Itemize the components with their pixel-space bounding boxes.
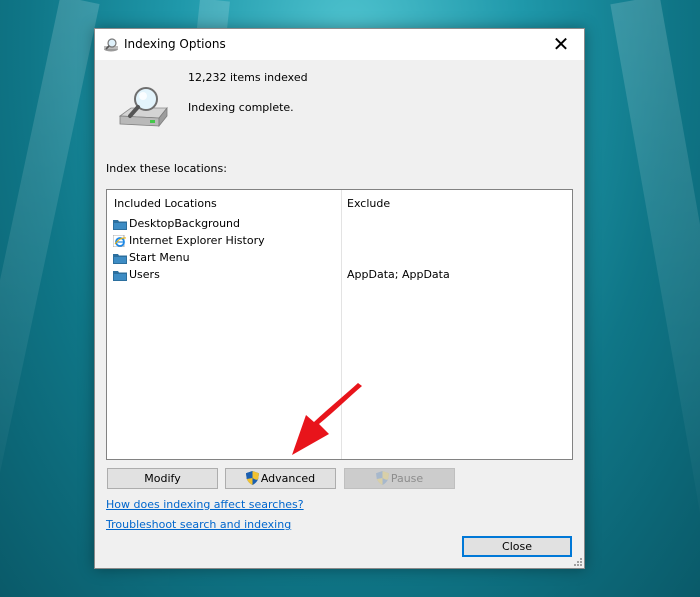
folder-icon	[113, 254, 127, 264]
resize-grip-icon[interactable]	[572, 556, 582, 566]
list-item[interactable]: Start Menu	[113, 250, 341, 267]
indexing-affect-searches-link[interactable]: How does indexing affect searches?	[106, 498, 304, 511]
folder-icon	[113, 220, 127, 230]
location-name: Internet Explorer History	[129, 234, 265, 247]
modify-button[interactable]: Modify	[107, 468, 218, 489]
indexing-options-icon	[104, 38, 118, 52]
indexing-status: Indexing complete.	[188, 101, 294, 114]
advanced-button[interactable]: Advanced	[225, 468, 336, 489]
close-button[interactable]: Close	[462, 536, 572, 557]
list-item[interactable]: Internet Explorer History	[113, 233, 341, 250]
ie-icon	[113, 235, 127, 247]
uac-shield-icon	[375, 471, 389, 485]
list-item[interactable]: Users	[113, 267, 341, 284]
exclude-value: AppData; AppData	[347, 268, 450, 281]
advanced-label: Advanced	[260, 472, 316, 485]
list-item[interactable]: DesktopBackground	[113, 216, 341, 233]
close-window-button[interactable]: ✕	[538, 29, 584, 60]
window-title: Indexing Options	[124, 37, 226, 51]
drive-magnifier-icon	[118, 87, 168, 128]
exclude-header[interactable]: Exclude	[347, 197, 390, 210]
indexing-options-dialog: Indexing Options ✕ 12,232 items indexed …	[94, 28, 585, 569]
location-name: Start Menu	[129, 251, 190, 264]
pause-button[interactable]: Pause	[344, 468, 455, 489]
folder-icon	[113, 271, 127, 281]
pause-label: Pause	[390, 472, 424, 485]
troubleshoot-link[interactable]: Troubleshoot search and indexing	[106, 518, 291, 531]
index-locations-label: Index these locations:	[106, 162, 227, 175]
uac-shield-icon	[245, 471, 259, 485]
column-divider	[341, 190, 342, 459]
included-locations-header[interactable]: Included Locations	[114, 197, 217, 210]
location-name: DesktopBackground	[129, 217, 240, 230]
items-indexed-count: 12,232 items indexed	[188, 71, 308, 84]
title-bar: Indexing Options ✕	[95, 29, 584, 60]
locations-list[interactable]: Included Locations Exclude DesktopBackgr…	[106, 189, 573, 460]
location-name: Users	[129, 268, 160, 281]
